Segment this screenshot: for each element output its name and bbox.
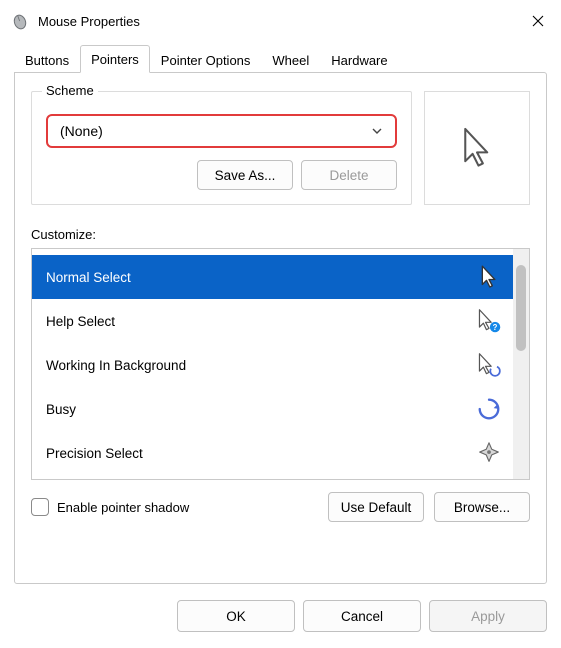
scroll-thumb[interactable] [516, 265, 526, 351]
checkbox-box [31, 498, 49, 516]
scheme-group: Scheme (None) Save As... Delete [31, 91, 412, 205]
list-item-busy[interactable]: Busy [32, 387, 513, 431]
tab-pointers[interactable]: Pointers [80, 45, 150, 73]
svg-text:?: ? [493, 323, 498, 332]
delete-button[interactable]: Delete [301, 160, 397, 190]
tab-strip: Buttons Pointers Pointer Options Wheel H… [14, 42, 547, 72]
list-item-label: Working In Background [46, 358, 186, 373]
cancel-button[interactable]: Cancel [303, 600, 421, 632]
tab-pointer-options[interactable]: Pointer Options [150, 46, 262, 73]
pointer-shadow-checkbox[interactable]: Enable pointer shadow [31, 498, 189, 516]
cursor-arrow-icon [459, 126, 495, 170]
pointer-preview [424, 91, 530, 205]
cursor-busy-bg-icon [475, 351, 503, 379]
tab-buttons[interactable]: Buttons [14, 46, 80, 73]
list-item-working-bg[interactable]: Working In Background [32, 343, 513, 387]
cursor-busy-icon [475, 395, 503, 423]
pointer-list: Normal Select Help Select [31, 248, 530, 480]
customize-label: Customize: [31, 227, 530, 242]
cursor-precision-icon [475, 439, 503, 467]
scrollbar[interactable] [513, 249, 529, 479]
scheme-value: (None) [60, 123, 103, 139]
ok-button[interactable]: OK [177, 600, 295, 632]
list-item-label: Precision Select [46, 446, 143, 461]
close-button[interactable] [515, 0, 561, 42]
list-item-label: Busy [46, 402, 76, 417]
list-item-label: Normal Select [46, 270, 131, 285]
tab-wheel[interactable]: Wheel [261, 46, 320, 73]
list-item-help-select[interactable]: Help Select ? [32, 299, 513, 343]
mouse-icon [10, 11, 30, 31]
tab-page-pointers: Scheme (None) Save As... Delete [14, 72, 547, 584]
dialog-button-row: OK Cancel Apply [0, 584, 561, 648]
list-item-precision[interactable]: Precision Select [32, 431, 513, 475]
cursor-help-icon: ? [475, 307, 503, 335]
use-default-button[interactable]: Use Default [328, 492, 424, 522]
tab-hardware[interactable]: Hardware [320, 46, 398, 73]
scheme-dropdown[interactable]: (None) [46, 114, 397, 148]
list-item-normal-select[interactable]: Normal Select [32, 255, 513, 299]
mouse-properties-dialog: Mouse Properties Buttons Pointers Pointe… [0, 0, 561, 648]
window-title: Mouse Properties [38, 14, 515, 29]
cursor-arrow-icon [475, 263, 503, 291]
chevron-down-icon [371, 125, 383, 137]
save-as-button[interactable]: Save As... [197, 160, 293, 190]
browse-button[interactable]: Browse... [434, 492, 530, 522]
scheme-legend: Scheme [42, 83, 98, 98]
apply-button[interactable]: Apply [429, 600, 547, 632]
titlebar: Mouse Properties [0, 0, 561, 42]
list-item-label: Help Select [46, 314, 115, 329]
checkbox-label: Enable pointer shadow [57, 500, 189, 515]
